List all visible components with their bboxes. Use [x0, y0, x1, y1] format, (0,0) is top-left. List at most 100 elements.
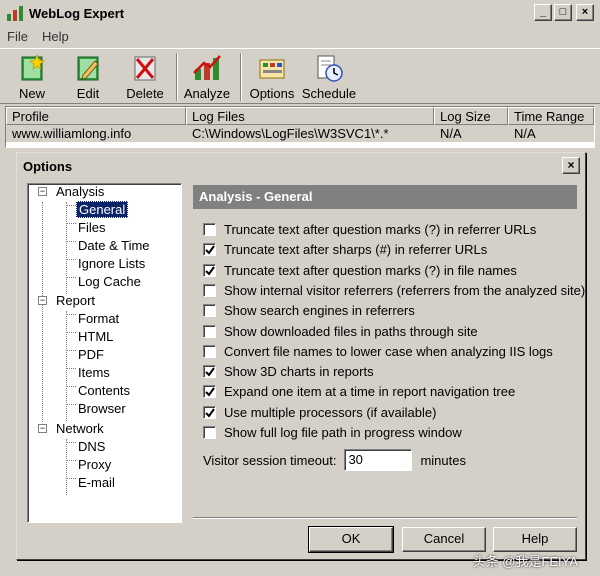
- edit-button[interactable]: Edit: [66, 53, 110, 103]
- minimize-button[interactable]: _: [534, 4, 552, 21]
- checkbox-unchecked[interactable]: [203, 324, 216, 338]
- tree-connector: [66, 439, 67, 495]
- checkbox-checked[interactable]: [203, 243, 216, 257]
- column-header-log-size[interactable]: Log Size: [434, 107, 508, 125]
- profile-list[interactable]: Profile Log Files Log Size Time Range ww…: [5, 106, 595, 148]
- menu-help[interactable]: Help: [35, 27, 76, 47]
- options-label: Options: [249, 86, 295, 101]
- delete-button[interactable]: Delete: [122, 53, 168, 103]
- table-row[interactable]: www.williamlong.info C:\Windows\LogFiles…: [6, 125, 594, 142]
- checkbox-checked[interactable]: [203, 263, 216, 277]
- tree-item-date-time[interactable]: Date & Time: [76, 237, 152, 254]
- new-button[interactable]: New: [10, 53, 54, 103]
- analyze-button[interactable]: Analyze: [182, 53, 232, 103]
- tree-item-general[interactable]: General: [76, 201, 129, 218]
- options-tree[interactable]: − Analysis General Files Date & Time Ign…: [27, 183, 182, 523]
- option-label: Show 3D charts in reports: [224, 364, 374, 380]
- option-row[interactable]: Truncate text after question marks (?) i…: [203, 262, 517, 279]
- option-row[interactable]: Truncate text after question marks (?) i…: [203, 221, 536, 238]
- menu-file[interactable]: File: [0, 27, 35, 47]
- option-row[interactable]: Truncate text after sharps (#) in referr…: [203, 241, 487, 258]
- collapse-icon[interactable]: −: [38, 296, 47, 305]
- schedule-button[interactable]: Schedule: [302, 53, 356, 103]
- menu-bar: File Help: [0, 27, 76, 47]
- checkbox-unchecked[interactable]: [203, 283, 216, 297]
- tree-item-html[interactable]: HTML: [76, 328, 115, 345]
- log-size-cell: N/A: [440, 126, 462, 141]
- tree-item-ignore-lists[interactable]: Ignore Lists: [76, 255, 147, 272]
- option-row[interactable]: Show full log file path in progress wind…: [203, 424, 462, 441]
- checkbox-checked[interactable]: [203, 405, 216, 419]
- tree-connector: [66, 202, 67, 294]
- options-button[interactable]: Options: [248, 53, 296, 103]
- tree-connector: [66, 314, 76, 315]
- tree-item-pdf[interactable]: PDF: [76, 346, 106, 363]
- analyze-label: Analyze: [183, 86, 231, 101]
- option-label: Use multiple processors (if available): [224, 404, 437, 420]
- option-label: Show downloaded files in paths through s…: [224, 323, 478, 339]
- ok-button[interactable]: OK: [308, 526, 394, 553]
- toolbar: New Edit Delete Analyze Options Schedule: [0, 48, 600, 104]
- option-label: Truncate text after question marks (?) i…: [224, 262, 517, 278]
- column-header-time-range[interactable]: Time Range: [508, 107, 594, 125]
- checkbox-unchecked[interactable]: [203, 223, 216, 236]
- app-title: WebLog Expert: [29, 5, 125, 21]
- session-timeout-label: Visitor session timeout:: [203, 452, 337, 468]
- help-button[interactable]: Help: [493, 527, 577, 552]
- tree-item-dns[interactable]: DNS: [76, 438, 107, 455]
- option-row[interactable]: Show 3D charts in reports: [203, 363, 374, 380]
- dialog-title-bar: Options ×: [19, 155, 583, 177]
- cancel-button[interactable]: Cancel: [402, 527, 486, 552]
- option-row[interactable]: Use multiple processors (if available): [203, 404, 436, 421]
- option-label: Show internal visitor referrers (referre…: [224, 282, 586, 298]
- checkbox-unchecked[interactable]: [203, 344, 216, 358]
- tree-connector: [66, 277, 76, 278]
- tree-item-proxy[interactable]: Proxy: [76, 456, 113, 473]
- option-row[interactable]: Convert file names to lower case when an…: [203, 343, 553, 360]
- tree-connector: [66, 350, 76, 351]
- edit-label: Edit: [76, 86, 100, 101]
- time-range-cell: N/A: [514, 126, 536, 141]
- analyze-icon: [193, 55, 221, 80]
- tree-connector: [66, 478, 76, 479]
- collapse-icon[interactable]: −: [38, 187, 47, 196]
- checkbox-unchecked[interactable]: [203, 304, 216, 318]
- tree-item-analysis[interactable]: Analysis: [54, 183, 106, 200]
- tree-item-network[interactable]: Network: [54, 420, 106, 437]
- tree-item-contents[interactable]: Contents: [76, 382, 132, 399]
- schedule-clock-icon: [317, 55, 343, 82]
- tree-connector: [66, 386, 76, 387]
- option-row[interactable]: Show search engines in referrers: [203, 302, 415, 319]
- tree-connector: [66, 332, 76, 333]
- checkbox-unchecked[interactable]: [203, 426, 216, 439]
- session-timeout-unit: minutes: [420, 452, 466, 468]
- collapse-icon[interactable]: −: [38, 424, 47, 433]
- tree-item-format[interactable]: Format: [76, 310, 121, 327]
- tree-item-files[interactable]: Files: [76, 219, 107, 236]
- option-label: Truncate text after sharps (#) in referr…: [224, 242, 488, 258]
- options-icon: [259, 59, 285, 79]
- tree-item-browser[interactable]: Browser: [76, 400, 128, 417]
- maximize-button[interactable]: □: [554, 4, 572, 21]
- checkbox-checked[interactable]: [203, 385, 216, 399]
- option-row[interactable]: Show internal visitor referrers (referre…: [203, 282, 585, 299]
- toolbar-separator: [240, 53, 242, 101]
- option-label: Truncate text after question marks (?) i…: [224, 222, 537, 237]
- option-label: Show full log file path in progress wind…: [224, 425, 462, 440]
- tree-item-email[interactable]: E-mail: [76, 474, 117, 491]
- column-header-profile[interactable]: Profile: [6, 107, 186, 125]
- session-timeout-input[interactable]: 30: [344, 449, 413, 471]
- checkbox-checked[interactable]: [203, 365, 216, 379]
- delete-profile-icon: [134, 56, 156, 81]
- dialog-close-button[interactable]: ×: [562, 157, 580, 174]
- tree-connector: [66, 368, 76, 369]
- tree-item-report[interactable]: Report: [54, 292, 97, 309]
- option-label: Show search engines in referrers: [224, 303, 415, 319]
- option-row[interactable]: Show downloaded files in paths through s…: [203, 323, 478, 340]
- option-label: Convert file names to lower case when an…: [224, 343, 553, 359]
- column-header-log-files[interactable]: Log Files: [186, 107, 434, 125]
- close-window-button[interactable]: ×: [576, 4, 594, 21]
- tree-item-items[interactable]: Items: [76, 364, 112, 381]
- option-row[interactable]: Expand one item at a time in report navi…: [203, 383, 515, 400]
- tree-item-log-cache[interactable]: Log Cache: [76, 273, 143, 290]
